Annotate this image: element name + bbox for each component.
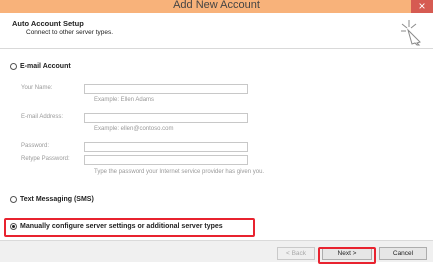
your-name-hint: Example: Ellen Adams bbox=[94, 97, 155, 103]
your-name-label: Your Name: bbox=[21, 85, 53, 91]
email-address-hint: Example: ellen@contoso.com bbox=[94, 126, 174, 132]
password-hint: Type the password your Internet service … bbox=[94, 169, 265, 175]
page-title: Auto Account Setup bbox=[12, 19, 84, 28]
wizard-header: Auto Account Setup Connect to other serv… bbox=[0, 13, 433, 49]
retype-password-input[interactable] bbox=[84, 155, 248, 165]
retype-password-label: Retype Password: bbox=[21, 156, 70, 162]
wizard-sparkle-icon bbox=[401, 20, 421, 46]
text-messaging-radio[interactable] bbox=[10, 196, 17, 203]
your-name-input[interactable] bbox=[84, 84, 248, 94]
email-account-radio[interactable] bbox=[10, 63, 17, 70]
window-title: Add New Account bbox=[173, 0, 260, 11]
manual-config-option[interactable]: Manually configure server settings or ad… bbox=[10, 223, 223, 230]
manual-config-radio[interactable] bbox=[10, 223, 17, 230]
next-button-highlight bbox=[318, 247, 376, 264]
close-button[interactable]: × bbox=[411, 0, 433, 13]
email-account-label: E-mail Account bbox=[20, 63, 71, 70]
text-messaging-option[interactable]: Text Messaging (SMS) bbox=[10, 196, 94, 203]
email-account-option[interactable]: E-mail Account bbox=[10, 63, 71, 70]
title-bar: Add New Account × bbox=[0, 0, 433, 13]
password-label: Password: bbox=[21, 143, 50, 149]
manual-config-label: Manually configure server settings or ad… bbox=[20, 223, 223, 230]
email-address-label: E-mail Address: bbox=[21, 114, 64, 120]
email-address-input[interactable] bbox=[84, 113, 248, 123]
text-messaging-label: Text Messaging (SMS) bbox=[20, 196, 94, 203]
back-button[interactable]: < Back bbox=[277, 247, 315, 260]
password-input[interactable] bbox=[84, 142, 248, 152]
page-subtitle: Connect to other server types. bbox=[26, 29, 114, 36]
cancel-button[interactable]: Cancel bbox=[379, 247, 427, 260]
